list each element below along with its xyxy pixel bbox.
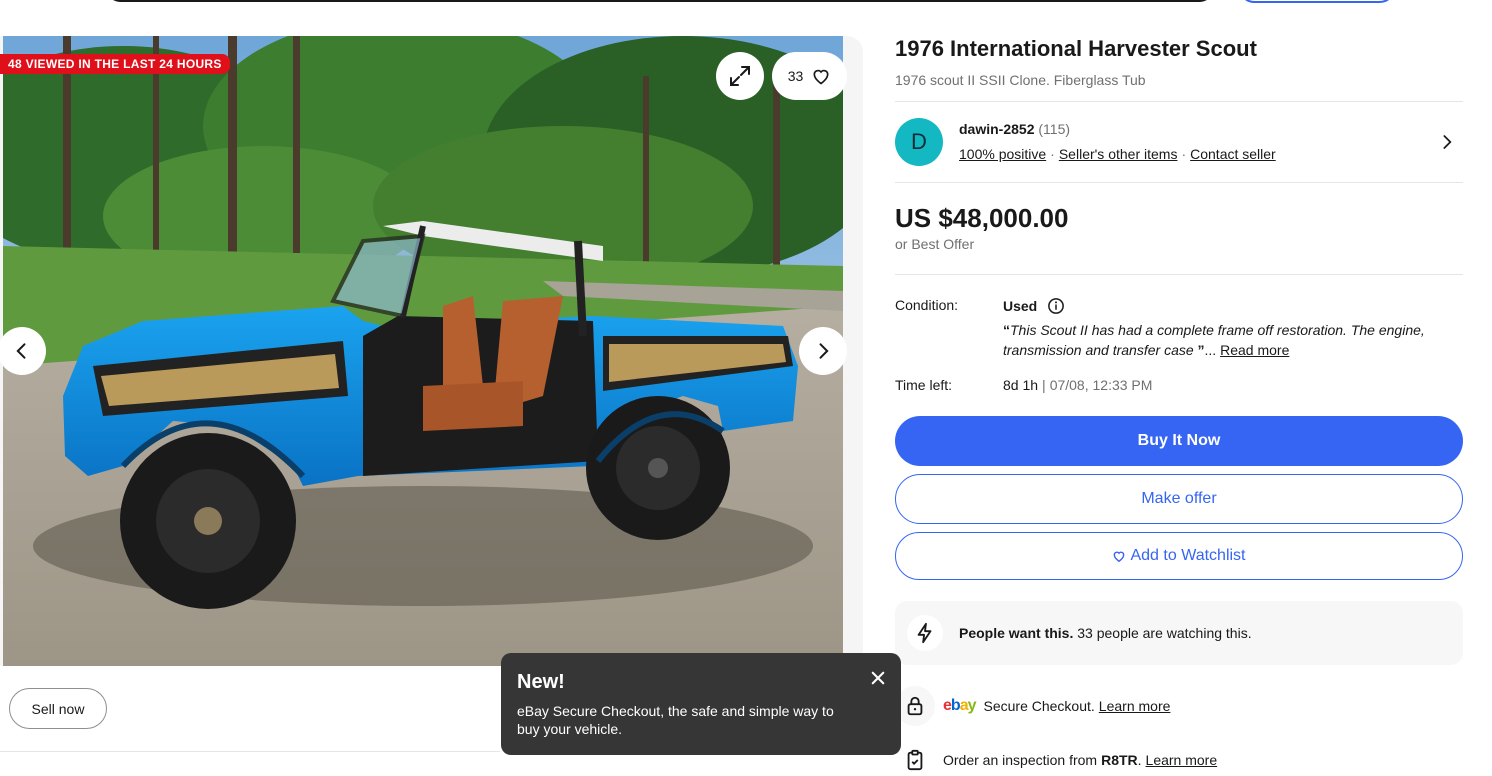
chevron-right-icon[interactable]	[1439, 134, 1455, 150]
buy-it-now-button[interactable]: Buy It Now	[895, 416, 1463, 466]
clipboard-check-icon	[895, 740, 935, 776]
tooltip-title: New!	[517, 671, 565, 693]
image-gallery: 48 VIEWED IN THE LAST 24 HOURS 33	[0, 36, 863, 666]
heart-icon	[813, 69, 829, 85]
separator: ·	[1181, 146, 1187, 162]
time-left-label: Time left:	[895, 377, 953, 393]
positive-feedback-link[interactable]: 100% positive	[959, 146, 1046, 162]
inspection-learn-more-link[interactable]: Learn more	[1146, 752, 1218, 768]
viewed-badge: 48 VIEWED IN THE LAST 24 HOURS	[0, 54, 230, 74]
time-remaining: 8d 1h	[1003, 377, 1039, 393]
chevron-left-icon	[16, 343, 26, 359]
time-left-value: 8d 1h | 07/08, 12:33 PM	[1003, 377, 1152, 393]
secure-checkout-learn-more-link[interactable]: Learn more	[1099, 698, 1171, 714]
condition-text: Used	[1003, 298, 1038, 314]
chevron-right-icon	[819, 343, 829, 359]
condition-label: Condition:	[895, 297, 959, 313]
make-offer-button[interactable]: Make offer	[895, 474, 1463, 524]
add-to-watchlist-label: Add to Watchlist	[1130, 547, 1246, 564]
watch-count-button[interactable]: 33	[772, 52, 847, 100]
lightning-icon	[907, 615, 943, 651]
separator: |	[1042, 377, 1046, 393]
seller-info: dawin-2852 (115)	[959, 121, 1070, 137]
seller-name[interactable]: dawin-2852	[959, 121, 1034, 137]
search-bar[interactable]	[105, 0, 1215, 2]
next-image-button[interactable]	[799, 327, 847, 375]
vehicle-photo-graphic	[3, 36, 843, 666]
demand-signal-detail: 33 people are watching this.	[1073, 625, 1252, 641]
previous-image-button[interactable]	[0, 327, 46, 375]
heart-icon	[1114, 551, 1125, 563]
add-to-watchlist-button[interactable]: Add to Watchlist	[895, 532, 1463, 580]
seller-other-items-link[interactable]: Seller's other items	[1059, 146, 1178, 162]
ebay-logo: ebay	[943, 697, 976, 714]
watch-count: 33	[787, 68, 804, 84]
seller-feedback-count: (115)	[1038, 121, 1071, 137]
search-button[interactable]	[1238, 0, 1396, 3]
expand-icon	[730, 66, 750, 86]
vehicle-photo[interactable]	[3, 36, 843, 666]
secure-checkout-text: Secure Checkout.	[983, 698, 1095, 714]
close-quote: ”	[1197, 342, 1205, 358]
read-more-link[interactable]: Read more	[1220, 342, 1289, 358]
open-quote: “	[1003, 322, 1010, 338]
tooltip-body: eBay Secure Checkout, the safe and simpl…	[517, 703, 834, 737]
lock-icon	[895, 686, 935, 726]
price: US $48,000.00	[895, 203, 1069, 233]
secure-checkout-row: ebay Secure Checkout. Learn more	[895, 684, 1171, 728]
close-icon[interactable]	[869, 669, 887, 687]
contact-seller-link[interactable]: Contact seller	[1190, 146, 1276, 162]
listing-title: 1976 International Harvester Scout	[895, 36, 1257, 61]
best-offer-label: or Best Offer	[895, 236, 975, 252]
secure-checkout-tooltip: New! eBay Secure Checkout, the safe and …	[501, 653, 901, 755]
demand-signal: People want this. 33 people are watching…	[895, 601, 1463, 665]
inspection-period: .	[1137, 752, 1142, 768]
demand-signal-text: People want this. 33 people are watching…	[959, 625, 1252, 641]
listing-subtitle: 1976 scout II SSII Clone. Fiberglass Tub	[895, 72, 1146, 88]
inspection-row: Order an inspection from R8TR. Learn mor…	[903, 740, 1217, 776]
inspection-text: Order an inspection from	[943, 752, 1098, 768]
divider	[0, 751, 500, 752]
condition-value: Used	[1003, 297, 1065, 315]
ellipsis: ...	[1204, 342, 1221, 358]
inspection-provider: R8TR	[1101, 752, 1138, 768]
seller-links: 100% positive · Seller's other items · Conta…	[959, 146, 1276, 162]
demand-signal-bold: People want this.	[959, 625, 1074, 641]
end-date: 07/08, 12:33 PM	[1049, 377, 1153, 393]
divider	[895, 182, 1463, 183]
condition-description: “This Scout II has had a complete frame …	[1003, 320, 1463, 360]
sell-now-button[interactable]: Sell now	[9, 688, 107, 729]
divider	[895, 101, 1463, 102]
seller-avatar[interactable]: D	[895, 118, 943, 166]
divider	[895, 274, 1463, 275]
separator: ·	[1050, 146, 1055, 162]
info-icon[interactable]	[1047, 297, 1065, 315]
expand-image-button[interactable]	[716, 52, 764, 100]
